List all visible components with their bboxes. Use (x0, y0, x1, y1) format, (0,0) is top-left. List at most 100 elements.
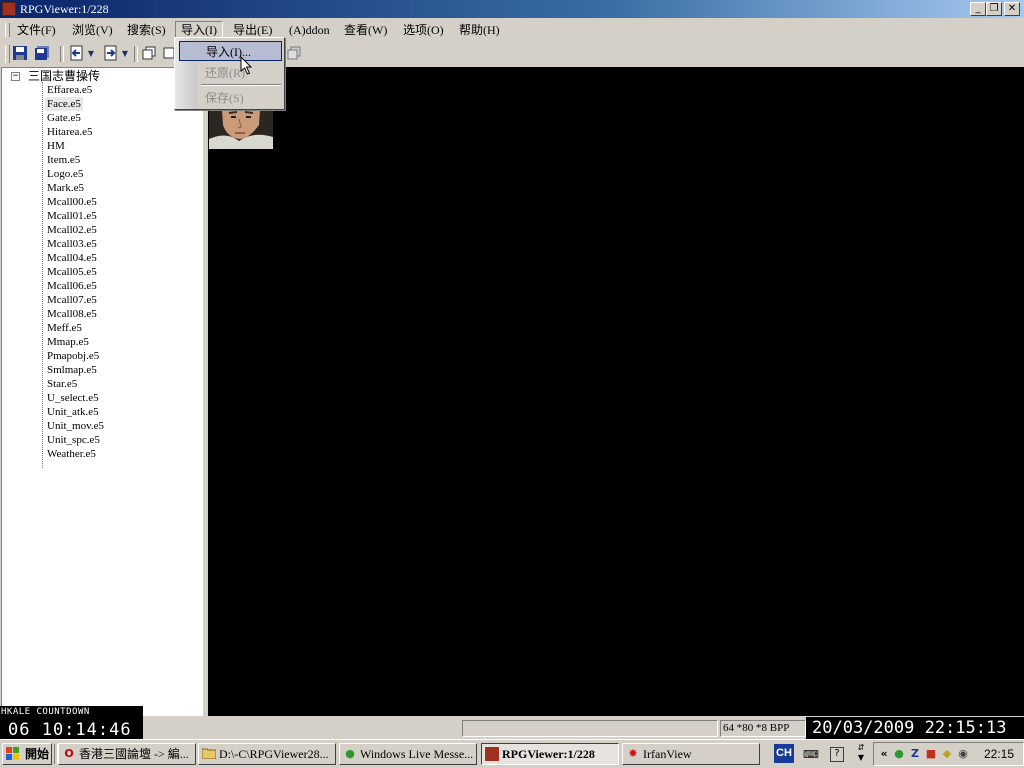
menu-view[interactable]: 查看(W) (339, 22, 392, 38)
menu-addon[interactable]: (A)ddon (284, 22, 335, 38)
tree-item[interactable]: Gate.e5 (45, 111, 83, 125)
minimize-button[interactable]: _ (970, 2, 986, 16)
menu-bar: 文件(F) 浏览(V) 搜索(S) 导入(I) 导出(E) (A)ddon 查看… (0, 19, 1024, 40)
tree-item[interactable]: Mcall06.e5 (45, 279, 99, 293)
menu-search[interactable]: 搜索(S) (122, 22, 171, 38)
windows-logo-icon (6, 747, 20, 761)
close-button[interactable]: ✕ (1004, 2, 1020, 16)
language-bar-options-icon[interactable]: ⇵ ▼ (854, 743, 868, 765)
tree-item[interactable]: Face.e5 (45, 97, 83, 111)
tree-item[interactable]: HM (45, 139, 67, 153)
tree-item[interactable]: Mcall07.e5 (45, 293, 99, 307)
tree-item[interactable]: Mcall08.e5 (45, 307, 99, 321)
task-label: Windows Live Messe... (360, 747, 474, 761)
image-viewer[interactable] (208, 67, 1024, 716)
tree-item[interactable]: Pmapobj.e5 (45, 349, 101, 363)
tree-item[interactable]: Meff.e5 (45, 321, 84, 335)
tree-item[interactable]: Weather.e5 (45, 447, 98, 461)
copy-icon[interactable] (285, 45, 303, 63)
task-label: RPGViewer:1/228 (502, 747, 595, 761)
tree-item[interactable]: Mmap.e5 (45, 335, 91, 349)
tree-item[interactable]: Mcall02.e5 (45, 223, 99, 237)
folder-icon (201, 747, 217, 761)
tree-item[interactable]: Effarea.e5 (45, 83, 94, 97)
menu-item-import[interactable]: 导入(I)... (179, 41, 282, 61)
image-info: 64 *80 *8 BPP (720, 720, 806, 737)
tree-item[interactable]: Unit_spc.e5 (45, 433, 102, 447)
volume-icon[interactable]: ◉ (956, 747, 970, 761)
tray-app-icon[interactable]: ■ (924, 747, 938, 761)
tree-item[interactable]: Mark.e5 (45, 181, 86, 195)
collapse-icon[interactable]: − (11, 72, 20, 81)
menu-item-save: 保存(S) (205, 91, 244, 105)
taskbar-task-messenger[interactable]: ● Windows Live Messe... (339, 743, 477, 765)
z-icon[interactable]: Z (908, 747, 922, 761)
status-panel (462, 720, 718, 737)
irfanview-icon: ✸ (628, 747, 638, 760)
date-time-overlay: 20/03/2009 22:15:13 (806, 717, 1024, 739)
task-label: IrfanView (643, 747, 692, 761)
forward-dropdown-icon[interactable]: ▼ (120, 45, 130, 63)
menu-options[interactable]: 选项(O) (398, 22, 449, 38)
tree-root[interactable]: 三国志曹操传 (26, 69, 102, 83)
toolbar-grip (5, 45, 10, 63)
window-title: RPGViewer:1/228 (20, 2, 109, 16)
menu-browse[interactable]: 浏览(V) (67, 22, 118, 38)
tree-item[interactable]: Unit_atk.e5 (45, 405, 101, 419)
show-hidden-icons-icon[interactable]: « (877, 747, 891, 761)
taskbar-task-rpgviewer[interactable]: RPGViewer:1/228 (481, 743, 619, 765)
tree-item[interactable]: Mcall05.e5 (45, 265, 99, 279)
countdown-label: HKALE COUNTDOWN (1, 707, 90, 717)
title-bar: RPGViewer:1/228 _ ❐ ✕ (0, 0, 1024, 18)
menubar-grip (5, 23, 10, 37)
tree-item[interactable]: U_select.e5 (45, 391, 101, 405)
task-label: 香港三國論壇 -> 編... (79, 747, 189, 761)
save-icon[interactable] (11, 45, 29, 63)
ime-indicator[interactable]: CH (774, 744, 794, 763)
countdown-value: 06 10:14:46 (8, 720, 132, 740)
menu-export[interactable]: 导出(E) (228, 22, 277, 38)
import-menu-dropdown: 导入(I)... 还原(R) 保存(S) (174, 37, 285, 110)
menu-item-restore: 还原(R) (205, 66, 245, 80)
help-icon[interactable]: ? (830, 747, 844, 762)
tree-item[interactable]: Mcall00.e5 (45, 195, 99, 209)
tree-item[interactable]: Hitarea.e5 (45, 125, 95, 139)
menu-file[interactable]: 文件(F) (12, 22, 61, 38)
taskbar-clock[interactable]: 22:15 (984, 747, 1014, 761)
tree-item[interactable]: Mcall04.e5 (45, 251, 99, 265)
back-icon[interactable] (68, 45, 86, 63)
tree-item[interactable]: Mcall03.e5 (45, 237, 99, 251)
tree-item[interactable]: Logo.e5 (45, 167, 85, 181)
opera-icon: O (64, 747, 74, 760)
tray-shield-icon[interactable]: ◆ (940, 747, 954, 761)
messenger-tray-icon[interactable]: ● (892, 747, 906, 761)
task-label: D:\-C\RPGViewer28... (219, 747, 329, 761)
system-tray: « ● Z ■ ◆ ◉ 22:15 (873, 742, 1024, 766)
taskbar: 開始 O 香港三國論壇 -> 編... D:\-C\RPGViewer28... … (0, 739, 1024, 768)
start-label: 開始 (25, 747, 50, 761)
rpgviewer-icon (485, 747, 499, 761)
tree-item[interactable]: Star.e5 (45, 377, 79, 391)
tree-item[interactable]: Mcall01.e5 (45, 209, 99, 223)
window-icon[interactable] (140, 45, 158, 63)
restore-button[interactable]: ❐ (986, 2, 1002, 16)
countdown-widget: HKALE COUNTDOWN 06 10:14:46 (0, 706, 143, 740)
forward-icon[interactable] (102, 45, 120, 63)
taskbar-task-irfanview[interactable]: ✸ IrfanView (622, 743, 760, 765)
messenger-icon: ● (345, 747, 355, 760)
back-dropdown-icon[interactable]: ▼ (86, 45, 96, 63)
save-all-icon[interactable] (33, 45, 51, 63)
toolbar: ▼ ▼ (0, 41, 1024, 67)
menu-help[interactable]: 帮助(H) (454, 22, 505, 38)
taskbar-task-forum[interactable]: O 香港三國論壇 -> 編... (58, 743, 196, 765)
start-button[interactable]: 開始 (2, 743, 52, 765)
toolbar-separator (134, 46, 138, 62)
file-tree[interactable]: − 三国志曹操传 Effarea.e5 Face.e5 Gate.e5 Hitarea… (1, 67, 203, 716)
tree-item[interactable]: Unit_mov.e5 (45, 419, 106, 433)
tree-item[interactable]: Item.e5 (45, 153, 82, 167)
mouse-cursor-icon (240, 55, 254, 80)
app-icon[interactable] (2, 2, 16, 16)
keyboard-icon[interactable]: ⌨ (803, 748, 819, 762)
tree-item[interactable]: Smlmap.e5 (45, 363, 99, 377)
taskbar-task-folder[interactable]: D:\-C\RPGViewer28... (198, 743, 336, 765)
